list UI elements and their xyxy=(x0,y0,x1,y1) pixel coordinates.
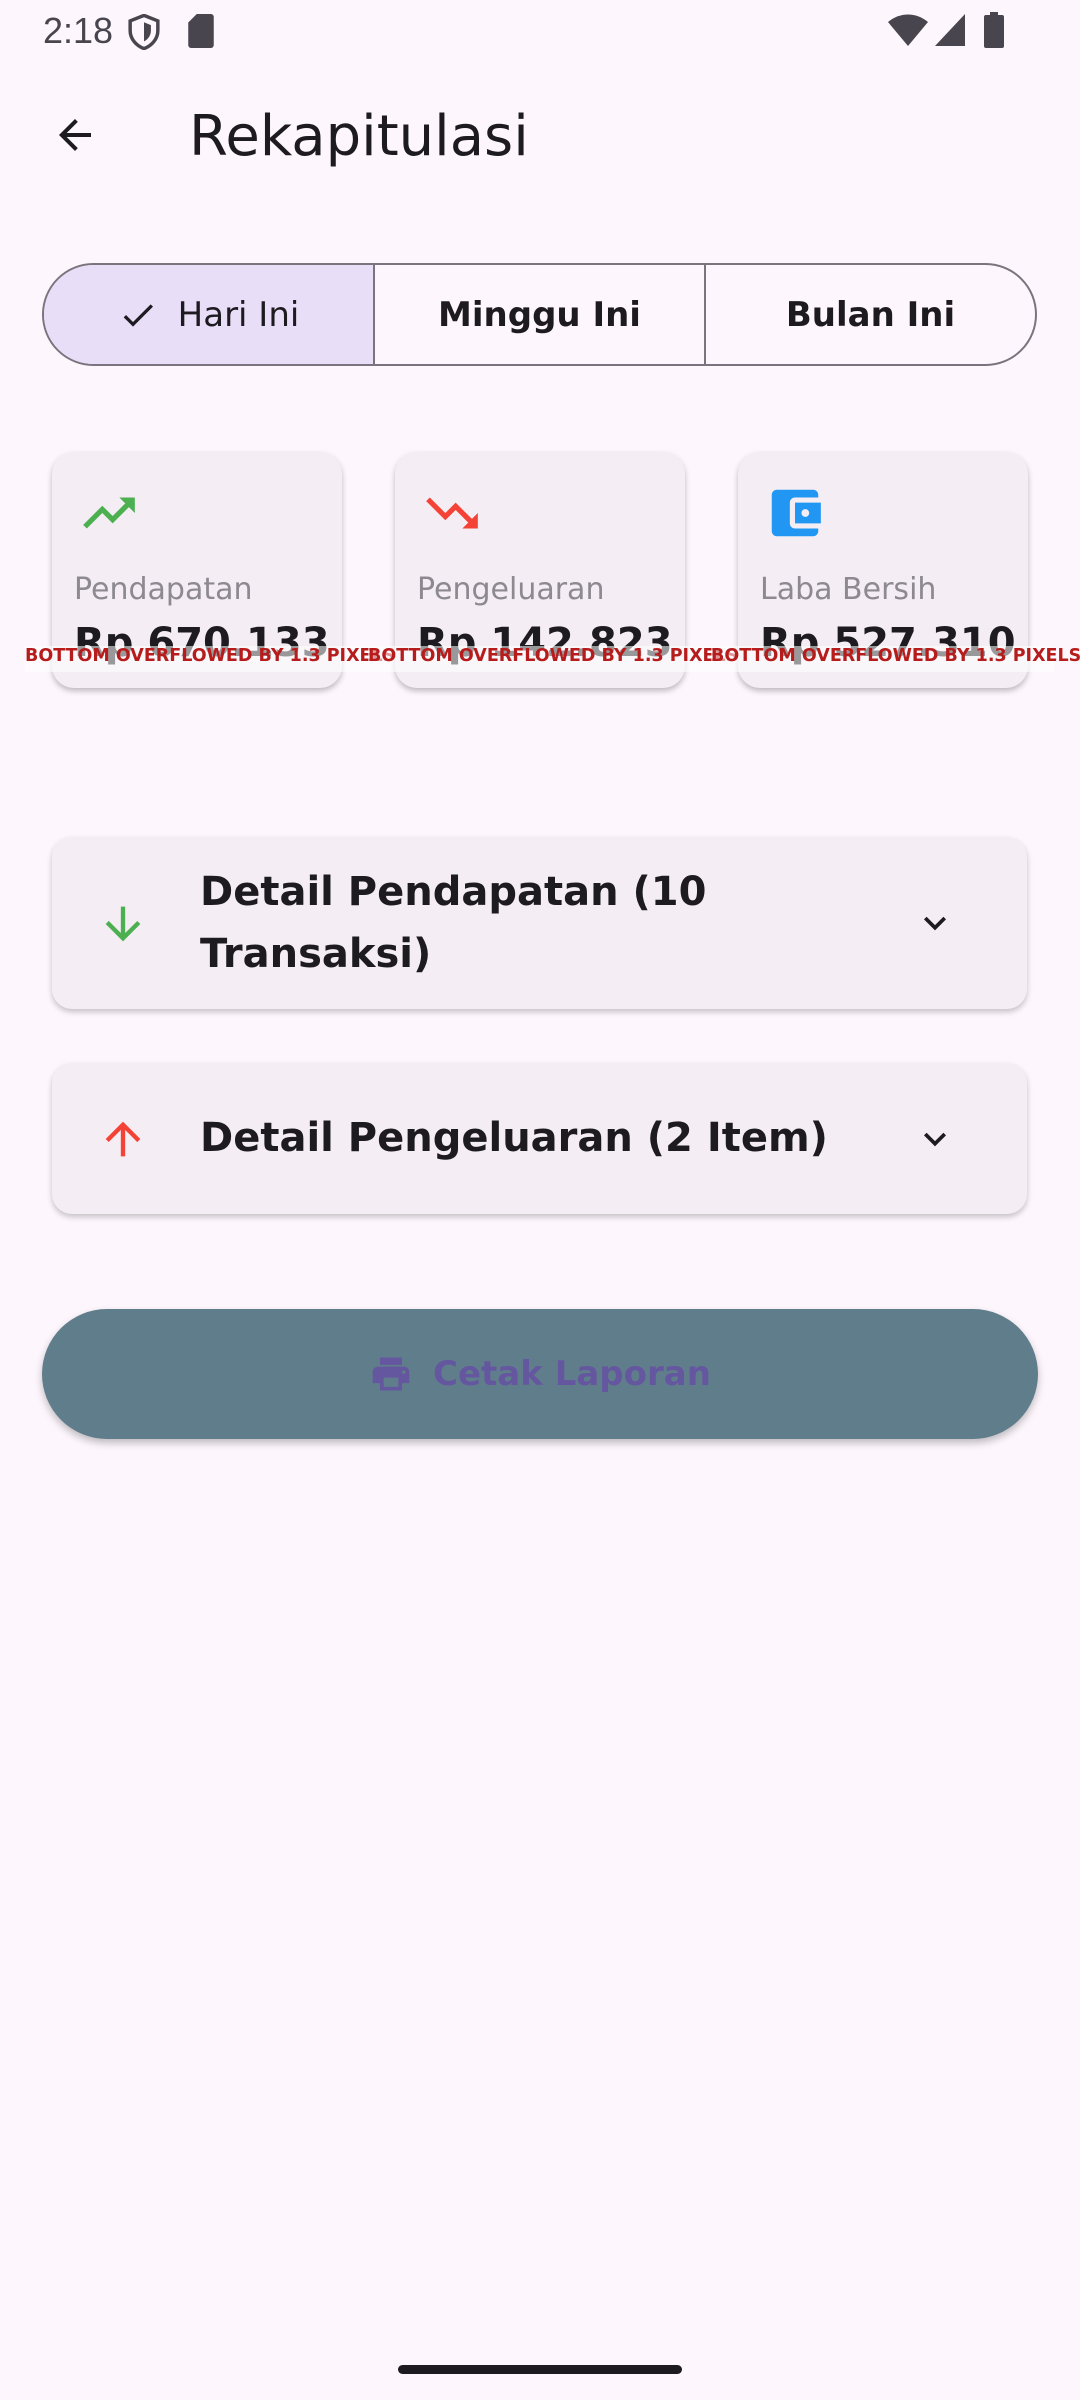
print-icon xyxy=(372,1357,410,1391)
overflow-warning: BOTTOM OVERFLOWED BY 1.3 PIXELS xyxy=(368,646,738,672)
battery-icon xyxy=(984,12,1004,48)
wifi-icon xyxy=(888,14,928,46)
overflow-warning: BOTTOM OVERFLOWED BY 1.3 PIXELS xyxy=(25,646,395,672)
status-time: 2:18 xyxy=(43,10,114,51)
signal-icon xyxy=(935,14,965,46)
segment-bulan-ini[interactable]: Bulan Ini xyxy=(706,265,1035,364)
detail-pendapatan-title: Detail Pendapatan (10 Transaksi) xyxy=(200,869,707,977)
segment-label: Minggu Ini xyxy=(438,294,641,335)
detail-pendapatan-tile[interactable]: Detail Pendapatan (10 Transaksi) xyxy=(52,837,1027,1009)
chevron-down-icon xyxy=(924,1132,946,1147)
trending-down-icon xyxy=(426,497,478,529)
arrow-up-icon xyxy=(105,1121,141,1157)
shield-icon xyxy=(128,14,160,50)
arrow-back-icon xyxy=(59,119,91,151)
wallet-icon xyxy=(771,489,821,537)
print-report-button[interactable]: Cetak Laporan xyxy=(42,1309,1038,1439)
check-icon xyxy=(123,303,153,327)
arrow-down-icon xyxy=(105,906,141,942)
period-segmented-control: Hari Ini Minggu Ini Bulan Ini xyxy=(42,263,1037,366)
detail-pengeluaran-title: Detail Pengeluaran (2 Item) xyxy=(200,1115,828,1161)
segment-minggu-ini[interactable]: Minggu Ini xyxy=(375,265,706,364)
stat-label: Pengeluaran xyxy=(417,572,605,607)
chevron-down-icon xyxy=(924,916,946,931)
stat-label: Laba Bersih xyxy=(760,572,937,607)
sd-card-icon xyxy=(188,14,214,48)
back-button[interactable] xyxy=(40,100,110,170)
detail-pengeluaran-tile[interactable]: Detail Pengeluaran (2 Item) xyxy=(52,1063,1027,1214)
stat-label: Pendapatan xyxy=(74,572,253,607)
segment-hari-ini[interactable]: Hari Ini xyxy=(44,265,375,364)
status-bar: 2:18 xyxy=(0,0,1080,62)
page-title: Rekapitulasi xyxy=(189,104,529,169)
print-button-label: Cetak Laporan xyxy=(433,1354,711,1394)
segment-label: Bulan Ini xyxy=(785,294,956,335)
trending-up-icon xyxy=(83,497,135,529)
gesture-navigation-bar[interactable] xyxy=(398,2365,682,2374)
overflow-warning: BOTTOM OVERFLOWED BY 1.3 PIXELS xyxy=(711,646,1080,672)
segment-label: Hari Ini xyxy=(177,294,300,335)
overflow-warning-strip: BOTTOM OVERFLOWED BY 1.3 PIXELS BOTTOM O… xyxy=(0,646,1080,672)
